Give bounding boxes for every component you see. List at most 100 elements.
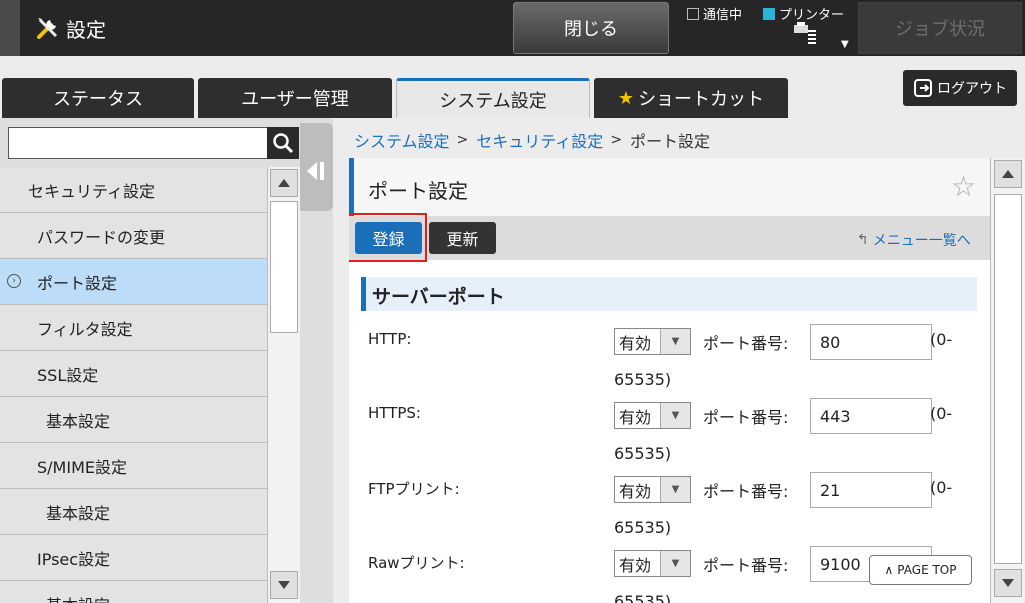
port-range-open: (0- — [930, 478, 953, 497]
tab-system-settings[interactable]: システム設定 — [396, 78, 590, 118]
menu-list-link[interactable]: ↰ メニュー一覧へ — [857, 230, 971, 250]
menu-list-label: メニュー一覧へ — [872, 233, 971, 249]
port-number-label: ポート番号: — [703, 334, 789, 353]
search-icon — [273, 133, 294, 154]
breadcrumb-security-settings[interactable]: セキュリティ設定 — [476, 128, 603, 152]
page-title: ポート設定 — [368, 179, 468, 203]
top-bar: 設定 閉じる 通信中 プリンター ▼ ジョブ状況 — [0, 0, 1025, 56]
scroll-up-button[interactable] — [270, 169, 298, 197]
port-number-label: ポート番号: — [703, 482, 789, 501]
chevron-down-icon: ▼ — [660, 477, 690, 502]
chevron-down-icon: ▼ — [660, 403, 690, 428]
breadcrumb-system-settings[interactable]: システム設定 — [354, 128, 450, 152]
app-title: 設定 — [34, 12, 106, 44]
scroll-thumb[interactable] — [994, 194, 1022, 564]
page-header: ポート設定 ☆ — [349, 158, 990, 216]
chevron-down-icon: ▼ — [660, 551, 690, 576]
tab-shortcut-label: ショートカット — [638, 89, 765, 110]
select-value: 有効 — [619, 407, 652, 427]
close-button[interactable]: 閉じる — [513, 2, 669, 54]
comm-status-label: 通信中 — [703, 8, 743, 23]
tab-status[interactable]: ステータス — [2, 78, 194, 118]
sidebar-item-password[interactable]: パスワードの変更 — [0, 213, 267, 259]
port-number-label: ポート番号: — [703, 408, 789, 427]
sidebar-item-filter[interactable]: フィルタ設定 — [0, 305, 267, 351]
logout-icon — [914, 79, 932, 97]
tab-user-management[interactable]: ユーザー管理 — [198, 78, 392, 118]
section-header: サーバーポート — [361, 277, 977, 311]
comm-status: 通信中 — [687, 4, 742, 23]
triangle-up-icon — [278, 179, 290, 187]
chevron-down-icon: ▼ — [660, 329, 690, 354]
sidebar-item-ssl-basic[interactable]: 基本設定 — [0, 397, 267, 443]
raw-print-status-select[interactable]: 有効 ▼ — [614, 550, 691, 577]
printer-queue-icon[interactable] — [792, 22, 820, 46]
printer-status-indicator — [763, 7, 775, 20]
ftp-print-status-select[interactable]: 有効 ▼ — [614, 476, 691, 503]
https-status-select[interactable]: 有効 ▼ — [614, 402, 691, 429]
content-scrollbar[interactable] — [990, 158, 1025, 603]
left-panel: セキュリティ設定 パスワードの変更 › ポート設定 フィルタ設定 SSL設定 基… — [0, 118, 333, 603]
select-value: 有効 — [619, 333, 652, 353]
https-port-input[interactable]: 443 — [810, 398, 932, 434]
port-range-close: 65535) — [614, 370, 672, 389]
port-range-close: 65535) — [614, 592, 672, 603]
port-number-label: ポート番号: — [703, 556, 789, 575]
triangle-down-icon — [278, 581, 290, 589]
printer-status-label: プリンター — [779, 8, 845, 23]
ftp-print-label: FTPプリント: — [368, 480, 460, 498]
sidebar-item-port-settings[interactable]: › ポート設定 — [0, 259, 267, 305]
sidebar-scrollbar[interactable] — [267, 167, 300, 603]
breadcrumb-current: ポート設定 — [630, 132, 711, 151]
update-button[interactable]: 更新 — [429, 222, 496, 254]
section-title: サーバーポート — [372, 286, 505, 308]
collapse-left-icon — [307, 162, 324, 180]
tab-bar: ステータス ユーザー管理 システム設定 ★ ショートカット ログアウト — [0, 56, 1025, 118]
http-label: HTTP: — [368, 330, 412, 348]
collapse-panel-tab[interactable] — [300, 123, 333, 211]
https-label: HTTPS: — [368, 404, 421, 422]
page-top-button[interactable]: ∧ PAGE TOP — [869, 555, 972, 585]
chevron-down-icon[interactable]: ▼ — [841, 39, 849, 50]
port-range-open: (0- — [930, 330, 953, 349]
breadcrumb-separator: > — [610, 132, 623, 148]
sidebar-item-ipsec[interactable]: IPsec設定 — [0, 535, 267, 581]
http-status-select[interactable]: 有効 ▼ — [614, 328, 691, 355]
sidebar-item-smime-basic[interactable]: 基本設定 — [0, 489, 267, 535]
sidebar-nav: セキュリティ設定 パスワードの変更 › ポート設定 フィルタ設定 SSL設定 基… — [0, 167, 267, 603]
sidebar-item-ipsec-basic[interactable]: 基本設定 — [0, 581, 267, 603]
sidebar-item-security[interactable]: セキュリティ設定 — [0, 167, 267, 213]
content-panel: ポート設定 ☆ 登録 更新 ↰ メニュー一覧へ サーバーポート HTTP: 有効… — [349, 158, 990, 603]
page-top-label: PAGE TOP — [897, 563, 957, 577]
sidebar-item-smime[interactable]: S/MIME設定 — [0, 443, 267, 489]
job-status-button[interactable]: ジョブ状況 — [858, 2, 1022, 54]
scroll-down-button[interactable] — [270, 571, 298, 599]
port-range-open: (0- — [930, 404, 953, 423]
main-area: システム設定 > セキュリティ設定 > ポート設定 ポート設定 ☆ 登録 更新 … — [333, 118, 1025, 603]
search-button[interactable] — [267, 127, 299, 159]
search-input[interactable] — [8, 127, 299, 159]
scroll-down-button[interactable] — [994, 569, 1022, 597]
sidebar-item-ssl[interactable]: SSL設定 — [0, 351, 267, 397]
triangle-down-icon — [1002, 579, 1014, 587]
select-value: 有効 — [619, 555, 652, 575]
app-title-label: 設定 — [66, 17, 106, 42]
logout-button[interactable]: ログアウト — [903, 70, 1017, 106]
port-range-close: 65535) — [614, 444, 672, 463]
scroll-thumb[interactable] — [270, 201, 298, 333]
tab-shortcut[interactable]: ★ ショートカット — [594, 78, 788, 118]
sidebar-item-label: ポート設定 — [37, 273, 118, 293]
ftp-print-port-input[interactable]: 21 — [810, 472, 932, 508]
action-bar: 登録 更新 ↰ メニュー一覧へ — [349, 213, 990, 262]
printer-status: プリンター — [763, 4, 844, 23]
favorite-star-icon[interactable]: ☆ — [951, 170, 976, 203]
http-port-input[interactable]: 80 — [810, 324, 932, 360]
breadcrumb: システム設定 > セキュリティ設定 > ポート設定 — [354, 128, 710, 152]
comm-status-indicator — [687, 7, 699, 20]
top-bar-strip — [0, 0, 20, 56]
return-icon: ↰ — [857, 232, 869, 248]
chevron-right-icon: › — [7, 274, 21, 288]
scroll-up-button[interactable] — [994, 160, 1022, 188]
raw-print-label: Rawプリント: — [368, 554, 465, 572]
star-icon: ★ — [617, 87, 635, 109]
